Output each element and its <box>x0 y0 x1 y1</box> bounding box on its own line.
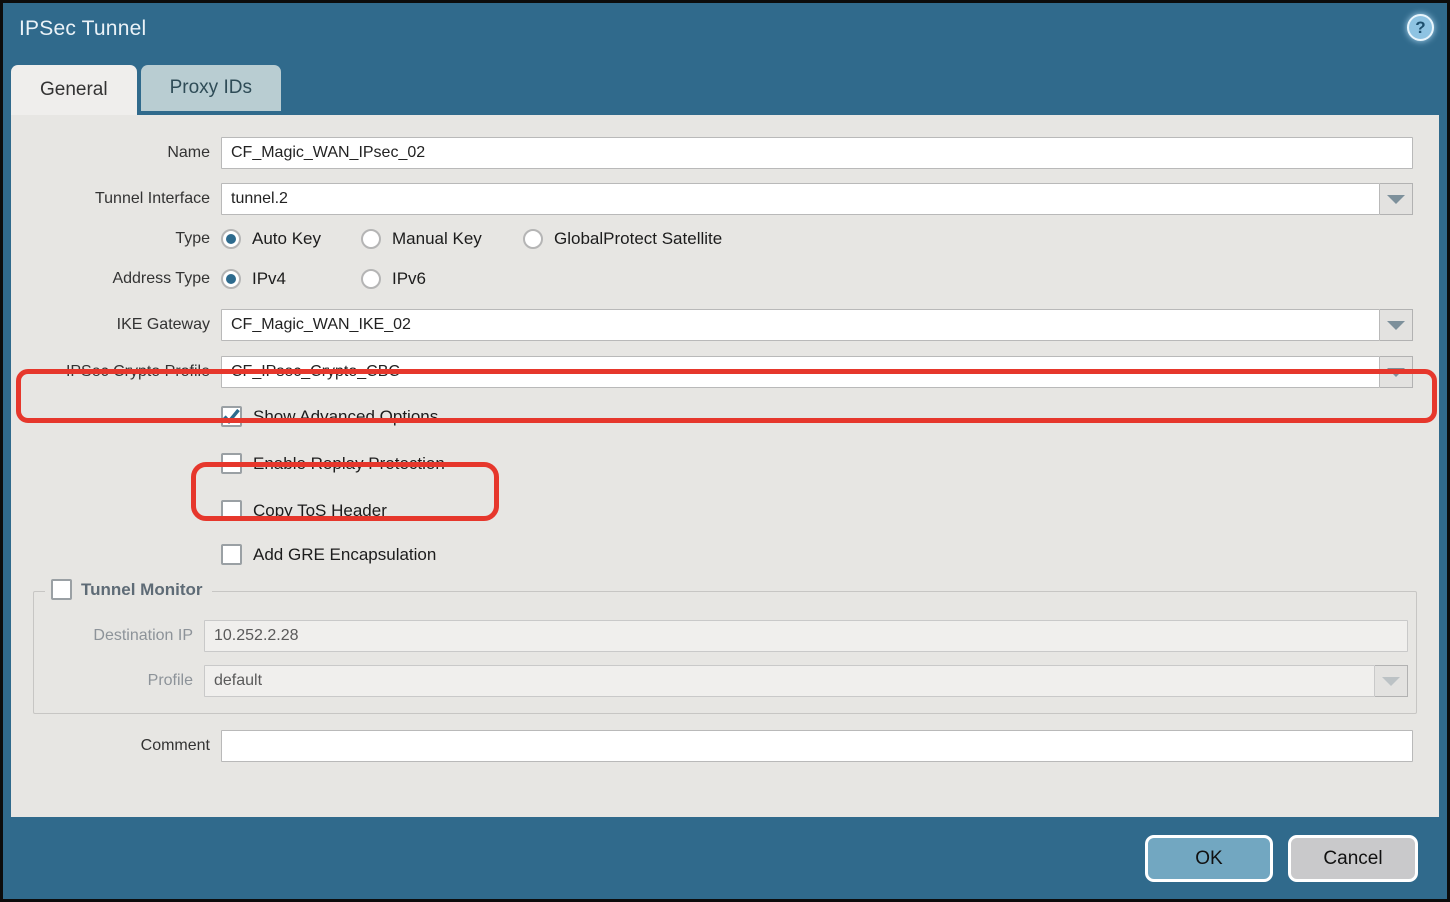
ipsec-tunnel-dialog: IPSec Tunnel ? General Proxy IDs Name Tu… <box>0 0 1450 902</box>
profile-label: Profile <box>34 672 204 690</box>
show-advanced-options-label: Show Advanced Options <box>253 407 438 427</box>
tunnel-monitor-checkbox[interactable] <box>51 579 72 600</box>
tunnel-interface-input[interactable] <box>221 183 1380 215</box>
tunnel-monitor-legend: Tunnel Monitor <box>45 579 212 600</box>
ike-gateway-dropdown-button[interactable] <box>1380 309 1413 341</box>
enable-replay-protection-checkbox[interactable] <box>221 453 242 474</box>
ipv6-radio-label: IPv6 <box>392 269 426 289</box>
add-gre-encapsulation-row: Add GRE Encapsulation <box>221 544 1413 565</box>
destination-ip-row: Destination IP <box>34 620 1408 652</box>
name-label: Name <box>11 144 221 162</box>
type-row: Type Auto Key Manual Key GlobalProtect S… <box>11 229 1413 249</box>
type-option-auto-key[interactable]: Auto Key <box>221 229 361 249</box>
help-icon-glyph: ? <box>1415 18 1425 38</box>
tunnel-interface-row: Tunnel Interface <box>11 183 1413 215</box>
profile-input <box>204 665 1375 697</box>
tab-proxy-ids-label: Proxy IDs <box>170 77 252 99</box>
chevron-down-icon <box>1382 677 1400 686</box>
type-option-globalprotect-satellite[interactable]: GlobalProtect Satellite <box>523 229 722 249</box>
tab-proxy-ids[interactable]: Proxy IDs <box>141 65 281 111</box>
ike-gateway-input[interactable] <box>221 309 1380 341</box>
ipsec-crypto-profile-label: IPSec Crypto Profile <box>11 363 221 381</box>
type-option-manual-key[interactable]: Manual Key <box>361 229 523 249</box>
show-advanced-options-checkbox[interactable] <box>221 406 242 427</box>
address-type-label: Address Type <box>11 270 221 288</box>
destination-ip-label: Destination IP <box>34 627 204 645</box>
tunnel-monitor-label: Tunnel Monitor <box>81 580 203 600</box>
globalprotect-satellite-radio-label: GlobalProtect Satellite <box>554 229 722 249</box>
general-tab-panel: Name Tunnel Interface Type Auto Key <box>11 115 1439 817</box>
ok-button[interactable]: OK <box>1145 835 1273 882</box>
ipv4-radio[interactable] <box>221 269 241 289</box>
auto-key-radio-label: Auto Key <box>252 229 321 249</box>
tunnel-monitor-fieldset: Tunnel Monitor Destination IP Profile <box>33 591 1417 714</box>
chevron-down-icon <box>1387 368 1405 377</box>
address-type-option-ipv4[interactable]: IPv4 <box>221 269 361 289</box>
destination-ip-input <box>204 620 1408 652</box>
auto-key-radio[interactable] <box>221 229 241 249</box>
dialog-title: IPSec Tunnel <box>19 17 146 41</box>
tab-general[interactable]: General <box>11 65 137 115</box>
tab-general-label: General <box>40 79 108 101</box>
ike-gateway-row: IKE Gateway <box>11 309 1413 341</box>
globalprotect-satellite-radio[interactable] <box>523 229 543 249</box>
type-label: Type <box>11 230 221 248</box>
ipsec-crypto-profile-row: IPSec Crypto Profile <box>11 356 1413 388</box>
comment-row: Comment <box>11 730 1413 762</box>
profile-row: Profile <box>34 665 1408 697</box>
ipsec-crypto-profile-dropdown-button[interactable] <box>1380 356 1413 388</box>
check-icon <box>223 409 240 424</box>
copy-tos-header-row: Copy ToS Header <box>221 500 1413 521</box>
ipsec-crypto-profile-input[interactable] <box>221 356 1380 388</box>
copy-tos-header-label: Copy ToS Header <box>253 501 387 521</box>
ike-gateway-label: IKE Gateway <box>11 316 221 334</box>
name-row: Name <box>11 137 1413 169</box>
profile-dropdown-button <box>1375 665 1408 697</box>
add-gre-encapsulation-checkbox[interactable] <box>221 544 242 565</box>
chevron-down-icon <box>1387 321 1405 330</box>
address-type-option-ipv6[interactable]: IPv6 <box>361 269 426 289</box>
comment-input[interactable] <box>221 730 1413 762</box>
manual-key-radio-label: Manual Key <box>392 229 482 249</box>
ipv6-radio[interactable] <box>361 269 381 289</box>
name-input[interactable] <box>221 137 1413 169</box>
manual-key-radio[interactable] <box>361 229 381 249</box>
cancel-button[interactable]: Cancel <box>1288 835 1418 882</box>
chevron-down-icon <box>1387 195 1405 204</box>
show-advanced-options-row: Show Advanced Options <box>221 406 1413 427</box>
enable-replay-protection-row: Enable Replay Protection <box>221 453 1413 474</box>
cancel-button-label: Cancel <box>1323 848 1382 870</box>
tunnel-interface-label: Tunnel Interface <box>11 190 221 208</box>
tunnel-interface-dropdown-button[interactable] <box>1380 183 1413 215</box>
copy-tos-header-checkbox[interactable] <box>221 500 242 521</box>
address-type-row: Address Type IPv4 IPv6 <box>11 269 1413 289</box>
ok-button-label: OK <box>1195 848 1222 870</box>
comment-label: Comment <box>11 737 221 755</box>
add-gre-encapsulation-label: Add GRE Encapsulation <box>253 545 436 565</box>
ipv4-radio-label: IPv4 <box>252 269 286 289</box>
enable-replay-protection-label: Enable Replay Protection <box>253 454 445 474</box>
help-icon[interactable]: ? <box>1407 14 1434 41</box>
tab-bar: General Proxy IDs <box>11 65 281 115</box>
